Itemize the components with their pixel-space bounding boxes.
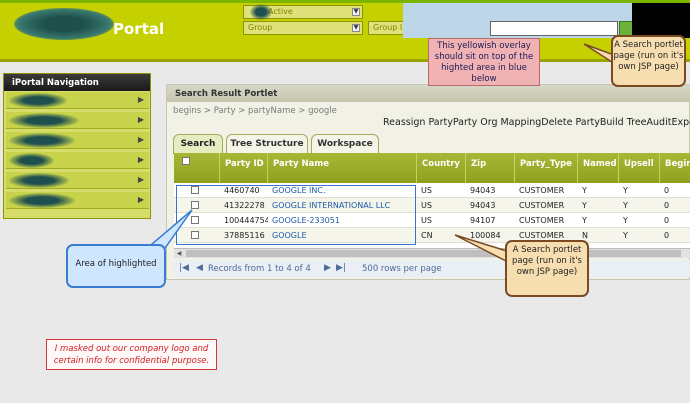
jsp-note-top: A Search portlet page (run on it's own J… (611, 35, 686, 87)
highlight-note: Area of highlighted (66, 244, 166, 288)
callout-tail-top (583, 43, 615, 64)
overlay-note: This yellowish overlay should sit on top… (428, 38, 540, 86)
confidential-note: I masked out our company logo and certai… (46, 339, 217, 370)
callout-tail-mid (454, 234, 511, 264)
overlay-note-text: This yellowish overlay should sit on top… (434, 41, 534, 84)
jsp-note-mid: A Search portlet page (run on it's own J… (505, 240, 589, 297)
